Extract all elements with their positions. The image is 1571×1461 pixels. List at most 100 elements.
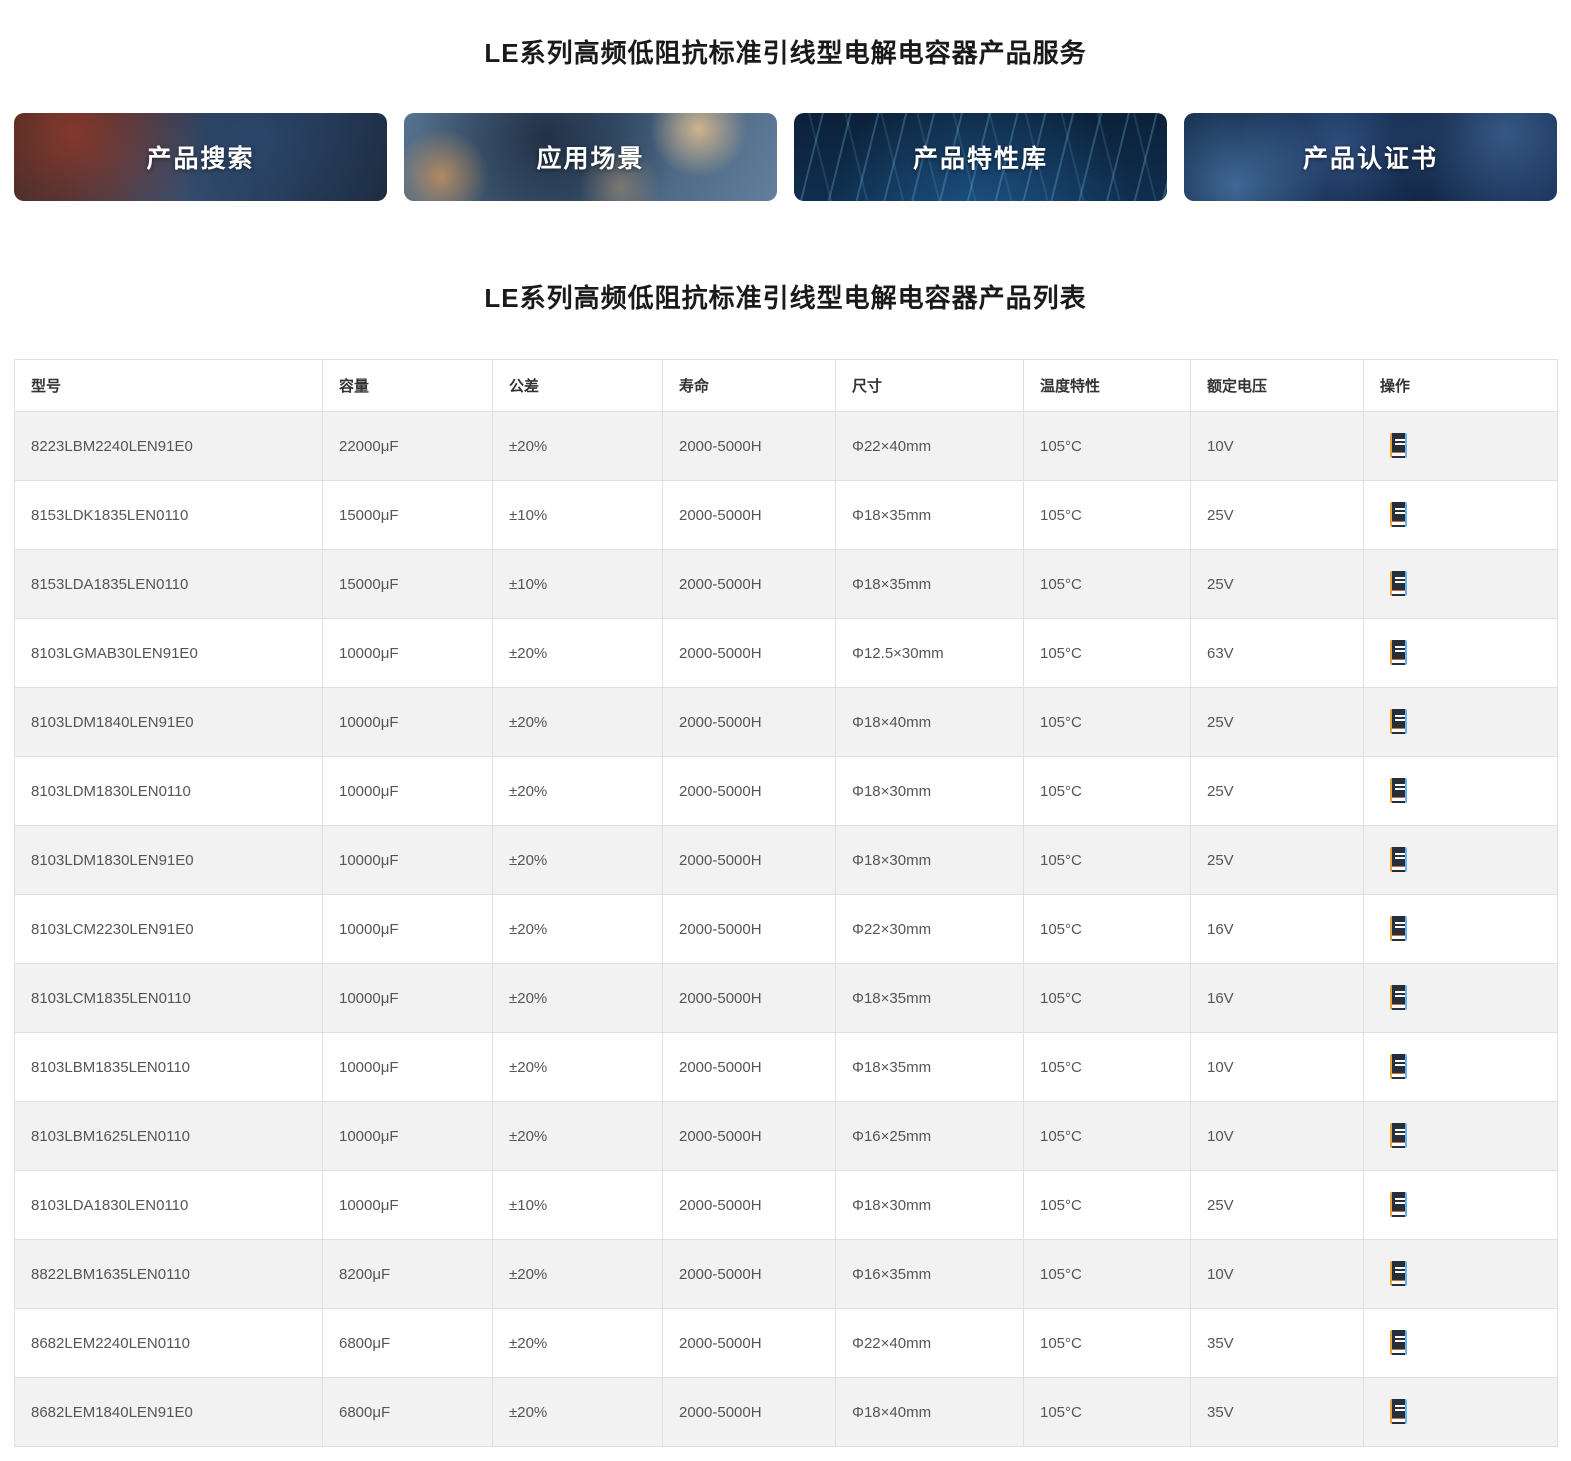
column-header-3: 寿命 <box>663 360 836 412</box>
product-table-body: 8223LBM2240LEN91E022000μF±20%2000-5000HΦ… <box>15 412 1558 1447</box>
view-datasheet-button[interactable] <box>1388 1190 1409 1219</box>
nav-card-product-search[interactable]: 产品搜索 <box>14 113 387 201</box>
cell-温度特性: 105°C <box>1024 757 1191 826</box>
cell-尺寸: Φ18×35mm <box>836 964 1024 1033</box>
notebook-icon-lines <box>1395 991 1405 993</box>
cell-容量: 15000μF <box>323 550 493 619</box>
view-datasheet-button[interactable] <box>1388 1052 1409 1081</box>
cell-容量: 10000μF <box>323 964 493 1033</box>
table-row: 8103LGMAB30LEN91E010000μF±20%2000-5000HΦ… <box>15 619 1558 688</box>
view-datasheet-button[interactable] <box>1388 431 1409 460</box>
table-row: 8153LDK1835LEN011015000μF±10%2000-5000HΦ… <box>15 481 1558 550</box>
notebook-icon-band <box>1392 935 1405 939</box>
cell-型号: 8103LGMAB30LEN91E0 <box>15 619 323 688</box>
view-datasheet-button[interactable] <box>1388 1397 1409 1426</box>
column-header-6: 额定电压 <box>1191 360 1364 412</box>
view-datasheet-button[interactable] <box>1388 845 1409 874</box>
notebook-icon <box>1390 1054 1407 1079</box>
view-datasheet-button[interactable] <box>1388 707 1409 736</box>
cell-公差: ±10% <box>493 1171 663 1240</box>
cell-额定电压: 16V <box>1191 895 1364 964</box>
view-datasheet-button[interactable] <box>1388 569 1409 598</box>
cell-尺寸: Φ18×35mm <box>836 550 1024 619</box>
table-row: 8682LEM1840LEN91E06800μF±20%2000-5000HΦ1… <box>15 1378 1558 1447</box>
cell-尺寸: Φ18×30mm <box>836 757 1024 826</box>
cell-容量: 10000μF <box>323 1171 493 1240</box>
table-row: 8103LBM1835LEN011010000μF±20%2000-5000HΦ… <box>15 1033 1558 1102</box>
cell-寿命: 2000-5000H <box>663 688 836 757</box>
cell-公差: ±20% <box>493 1033 663 1102</box>
cell-尺寸: Φ18×35mm <box>836 1033 1024 1102</box>
cell-额定电压: 10V <box>1191 1102 1364 1171</box>
view-datasheet-button[interactable] <box>1388 776 1409 805</box>
cell-寿命: 2000-5000H <box>663 619 836 688</box>
cell-action <box>1364 964 1558 1033</box>
notebook-icon <box>1390 709 1407 734</box>
cell-寿命: 2000-5000H <box>663 1378 836 1447</box>
cell-型号: 8103LBM1835LEN0110 <box>15 1033 323 1102</box>
table-row: 8103LDA1830LEN011010000μF±10%2000-5000HΦ… <box>15 1171 1558 1240</box>
cell-action <box>1364 895 1558 964</box>
column-header-5: 温度特性 <box>1024 360 1191 412</box>
cell-额定电压: 10V <box>1191 1240 1364 1309</box>
cell-action <box>1364 619 1558 688</box>
cell-温度特性: 105°C <box>1024 1171 1191 1240</box>
cell-容量: 10000μF <box>323 688 493 757</box>
cell-公差: ±20% <box>493 895 663 964</box>
view-datasheet-button[interactable] <box>1388 638 1409 667</box>
cell-额定电压: 25V <box>1191 757 1364 826</box>
notebook-icon-lines <box>1395 1267 1405 1269</box>
notebook-icon <box>1390 847 1407 872</box>
view-datasheet-button[interactable] <box>1388 1259 1409 1288</box>
notebook-icon-lines <box>1395 1129 1405 1131</box>
cell-容量: 10000μF <box>323 826 493 895</box>
nav-cards: 产品搜索 应用场景 产品特性库 产品认证书 <box>14 113 1557 201</box>
view-datasheet-button[interactable] <box>1388 1121 1409 1150</box>
notebook-icon-lines <box>1395 439 1405 441</box>
notebook-icon <box>1390 916 1407 941</box>
nav-card-certificates[interactable]: 产品认证书 <box>1184 113 1557 201</box>
cell-公差: ±20% <box>493 964 663 1033</box>
view-datasheet-button[interactable] <box>1388 1328 1409 1357</box>
cell-型号: 8223LBM2240LEN91E0 <box>15 412 323 481</box>
nav-card-application-scenarios[interactable]: 应用场景 <box>404 113 777 201</box>
column-header-4: 尺寸 <box>836 360 1024 412</box>
notebook-icon-lines <box>1395 784 1405 786</box>
cell-型号: 8103LCM2230LEN91E0 <box>15 895 323 964</box>
cell-型号: 8103LDM1830LEN91E0 <box>15 826 323 895</box>
cell-公差: ±20% <box>493 1309 663 1378</box>
cell-寿命: 2000-5000H <box>663 964 836 1033</box>
cell-寿命: 2000-5000H <box>663 481 836 550</box>
table-row: 8103LCM2230LEN91E010000μF±20%2000-5000HΦ… <box>15 895 1558 964</box>
table-header-row: 型号容量公差寿命尺寸温度特性额定电压操作 <box>15 360 1558 412</box>
cell-额定电压: 63V <box>1191 619 1364 688</box>
column-header-2: 公差 <box>493 360 663 412</box>
nav-card-label: 产品特性库 <box>913 139 1048 175</box>
cell-公差: ±20% <box>493 1102 663 1171</box>
cell-型号: 8682LEM1840LEN91E0 <box>15 1378 323 1447</box>
cell-公差: ±20% <box>493 688 663 757</box>
nav-card-characteristics-library[interactable]: 产品特性库 <box>794 113 1167 201</box>
cell-action <box>1364 412 1558 481</box>
cell-温度特性: 105°C <box>1024 964 1191 1033</box>
cell-公差: ±20% <box>493 619 663 688</box>
notebook-icon-lines <box>1395 508 1405 510</box>
view-datasheet-button[interactable] <box>1388 914 1409 943</box>
notebook-icon <box>1390 640 1407 665</box>
cell-寿命: 2000-5000H <box>663 1309 836 1378</box>
view-datasheet-button[interactable] <box>1388 983 1409 1012</box>
cell-容量: 10000μF <box>323 619 493 688</box>
cell-温度特性: 105°C <box>1024 1378 1191 1447</box>
cell-寿命: 2000-5000H <box>663 1171 836 1240</box>
notebook-icon-band <box>1392 1073 1405 1077</box>
cell-尺寸: Φ22×40mm <box>836 1309 1024 1378</box>
cell-温度特性: 105°C <box>1024 826 1191 895</box>
table-row: 8822LBM1635LEN01108200μF±20%2000-5000HΦ1… <box>15 1240 1558 1309</box>
cell-寿命: 2000-5000H <box>663 1240 836 1309</box>
cell-温度特性: 105°C <box>1024 1240 1191 1309</box>
view-datasheet-button[interactable] <box>1388 500 1409 529</box>
notebook-icon-band <box>1392 728 1405 732</box>
cell-公差: ±20% <box>493 757 663 826</box>
page-title: LE系列高频低阻抗标准引线型电解电容器产品服务 <box>14 33 1557 70</box>
notebook-icon <box>1390 433 1407 458</box>
